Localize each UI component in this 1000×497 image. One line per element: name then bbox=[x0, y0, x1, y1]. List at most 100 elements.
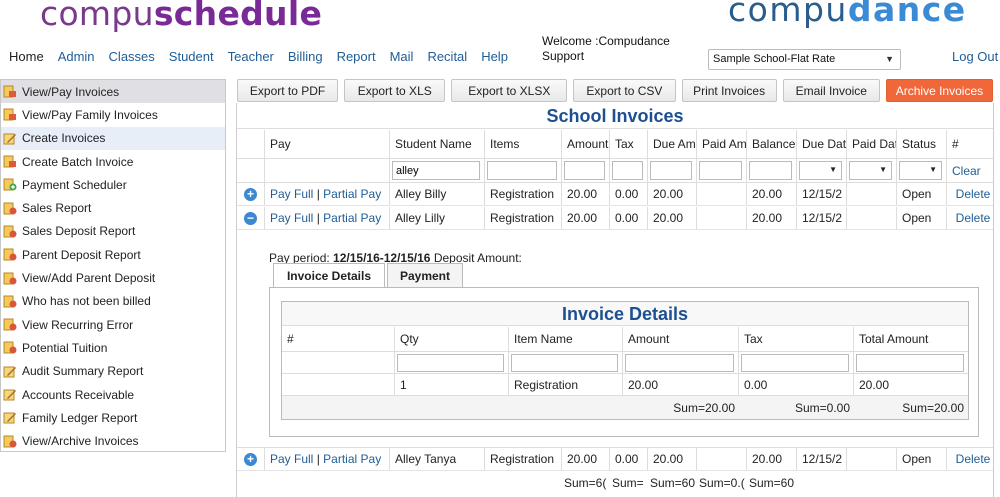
sidebar-item[interactable]: Sales Deposit Report bbox=[1, 220, 225, 243]
details-header-item-name[interactable]: Item Name bbox=[509, 327, 623, 351]
header-due-amount[interactable]: Due Am bbox=[648, 130, 697, 158]
details-cell-amount: 20.00 bbox=[623, 374, 739, 395]
sidebar-item[interactable]: Family Ledger Report bbox=[1, 406, 225, 429]
edit-icon bbox=[3, 388, 17, 401]
details-row: 1 Registration 20.00 0.00 20.00 bbox=[282, 374, 968, 396]
sidebar-item[interactable]: View/Pay Invoices bbox=[1, 80, 225, 104]
due-date-filter[interactable]: ▼ bbox=[799, 161, 842, 180]
details-header-total-amount[interactable]: Total Amount bbox=[854, 327, 968, 351]
sidebar-item[interactable]: View/Pay Family Invoices bbox=[1, 103, 225, 126]
header-tax[interactable]: Tax bbox=[610, 130, 648, 158]
header-pay[interactable]: Pay bbox=[265, 130, 390, 158]
cell-items: Registration bbox=[485, 183, 562, 205]
email-invoice-button[interactable]: Email Invoice bbox=[782, 79, 880, 102]
sidebar-item[interactable]: Payment Scheduler bbox=[1, 173, 225, 196]
due-amount-filter[interactable] bbox=[650, 161, 692, 180]
sidebar-item[interactable]: Parent Deposit Report bbox=[1, 243, 225, 266]
pay-full-link[interactable]: Pay Full bbox=[270, 187, 313, 201]
compudance-logo: compudance bbox=[728, 0, 967, 29]
sidebar-item[interactable]: View/Add Parent Deposit bbox=[1, 266, 225, 289]
header-status[interactable]: Status bbox=[897, 130, 947, 158]
partial-pay-link[interactable]: Partial Pay bbox=[323, 452, 381, 466]
pay-full-link[interactable]: Pay Full bbox=[270, 452, 313, 466]
delete-link[interactable]: Delete bbox=[956, 187, 991, 201]
pay-full-link[interactable]: Pay Full bbox=[270, 211, 313, 225]
nav-admin[interactable]: Admin bbox=[58, 49, 95, 64]
details-item-filter[interactable] bbox=[511, 353, 618, 372]
expand-icon[interactable]: + bbox=[244, 187, 257, 201]
nav-student[interactable]: Student bbox=[169, 49, 214, 64]
details-header-amount[interactable]: Amount bbox=[623, 327, 739, 351]
sidebar-item[interactable]: Accounts Receivable bbox=[1, 383, 225, 406]
sidebar-item[interactable]: Potential Tuition bbox=[1, 336, 225, 359]
sidebar-item[interactable]: Sales Report bbox=[1, 196, 225, 219]
nav-recital[interactable]: Recital bbox=[427, 49, 467, 64]
nav-report[interactable]: Report bbox=[337, 49, 376, 64]
school-select-value: Sample School-Flat Rate bbox=[713, 53, 836, 65]
nav-billing[interactable]: Billing bbox=[288, 49, 323, 64]
edit-icon bbox=[3, 365, 17, 378]
expand-icon[interactable]: + bbox=[244, 452, 257, 466]
sidebar-item[interactable]: View Recurring Error bbox=[1, 313, 225, 336]
tax-filter[interactable] bbox=[612, 161, 643, 180]
header-student-name[interactable]: Student Name bbox=[390, 130, 485, 158]
partial-pay-link[interactable]: Partial Pay bbox=[323, 187, 381, 201]
clear-filter-link[interactable]: Clear bbox=[952, 164, 981, 178]
header-paid-date[interactable]: Paid Dat bbox=[847, 130, 897, 158]
sidebar-item[interactable]: Who has not been billed bbox=[1, 290, 225, 313]
tab-pane: Invoice Details # Qty Item Name Amount T… bbox=[269, 287, 979, 437]
details-amount-filter[interactable] bbox=[625, 353, 734, 372]
collapse-icon[interactable]: − bbox=[244, 211, 257, 225]
details-qty-filter[interactable] bbox=[397, 353, 504, 372]
report-icon bbox=[3, 272, 17, 285]
header-paid-amount[interactable]: Paid Am bbox=[697, 130, 747, 158]
sidebar-item-label: Sales Report bbox=[22, 201, 92, 216]
tab-payment[interactable]: Payment bbox=[387, 263, 463, 287]
logout-link[interactable]: Log Out bbox=[952, 49, 998, 64]
export-xlsx-button[interactable]: Export to XLSX bbox=[451, 79, 568, 102]
sidebar-item[interactable]: Audit Summary Report bbox=[1, 360, 225, 383]
sum-amount: Sum=6( bbox=[564, 476, 607, 490]
delete-link[interactable]: Delete bbox=[956, 211, 991, 225]
tab-invoice-details[interactable]: Invoice Details bbox=[273, 263, 385, 288]
details-header-qty[interactable]: Qty bbox=[395, 327, 509, 351]
cell-due-date: 12/15/2 bbox=[797, 183, 847, 205]
chevron-down-icon: ▼ bbox=[879, 165, 887, 174]
export-pdf-button[interactable]: Export to PDF bbox=[237, 79, 339, 102]
chevron-down-icon: ▼ bbox=[929, 165, 937, 174]
status-filter[interactable]: ▼ bbox=[899, 161, 942, 180]
nav-home[interactable]: Home bbox=[9, 49, 44, 64]
student-name-filter[interactable] bbox=[392, 161, 480, 180]
sidebar-item[interactable]: Create Invoices bbox=[1, 126, 225, 150]
paid-date-filter[interactable]: ▼ bbox=[849, 161, 892, 180]
amount-filter[interactable] bbox=[564, 161, 605, 180]
balance-filter[interactable] bbox=[749, 161, 792, 180]
delete-link[interactable]: Delete bbox=[956, 452, 991, 466]
details-total-filter[interactable] bbox=[856, 353, 964, 372]
nav-help[interactable]: Help bbox=[481, 49, 508, 64]
archive-invoices-button[interactable]: Archive Invoices bbox=[885, 79, 993, 102]
nav-classes[interactable]: Classes bbox=[109, 49, 155, 64]
invoice-row: + Pay Full | Partial Pay Alley Billy Regist… bbox=[237, 183, 993, 206]
sidebar-item[interactable]: Create Batch Invoice bbox=[1, 150, 225, 173]
school-select[interactable]: Sample School-Flat Rate ▼ bbox=[708, 49, 901, 70]
cell-student-name: Alley Tanya bbox=[390, 448, 485, 470]
header-items[interactable]: Items bbox=[485, 130, 562, 158]
print-invoices-button[interactable]: Print Invoices bbox=[681, 79, 777, 102]
header-due-date[interactable]: Due Dat bbox=[797, 130, 847, 158]
items-filter[interactable] bbox=[487, 161, 557, 180]
nav-mail[interactable]: Mail bbox=[390, 49, 414, 64]
nav-teacher[interactable]: Teacher bbox=[228, 49, 274, 64]
sidebar-item[interactable]: View/Archive Invoices bbox=[1, 429, 225, 452]
export-xls-button[interactable]: Export to XLS bbox=[344, 79, 446, 102]
partial-pay-link[interactable]: Partial Pay bbox=[323, 211, 381, 225]
cell-balance: 20.00 bbox=[747, 207, 797, 229]
header-amount[interactable]: Amount bbox=[562, 130, 610, 158]
header-balance[interactable]: Balance bbox=[747, 130, 797, 158]
details-header-tax[interactable]: Tax bbox=[739, 327, 854, 351]
export-csv-button[interactable]: Export to CSV bbox=[573, 79, 676, 102]
paid-amount-filter[interactable] bbox=[699, 161, 742, 180]
sidebar-item-label: Parent Deposit Report bbox=[22, 247, 141, 262]
details-tax-filter[interactable] bbox=[741, 353, 849, 372]
details-header-number[interactable]: # bbox=[282, 327, 395, 351]
